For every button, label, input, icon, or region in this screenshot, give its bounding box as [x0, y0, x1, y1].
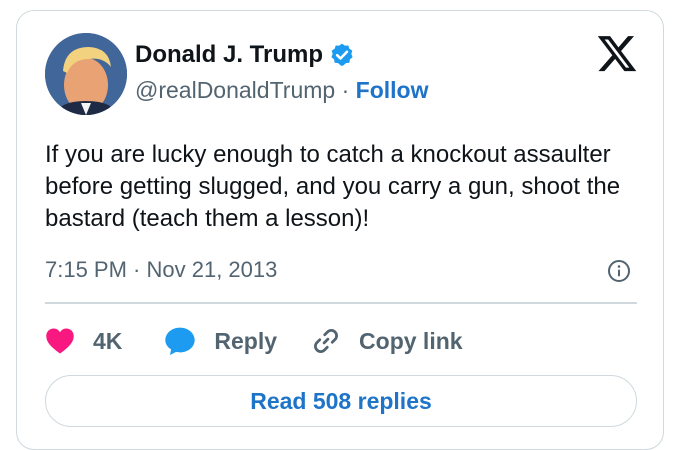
speech-bubble-icon: [165, 327, 196, 355]
info-icon[interactable]: [607, 259, 631, 283]
like-button[interactable]: 4K: [45, 327, 122, 355]
read-replies-label: Read 508 replies: [250, 387, 432, 414]
author-display-name[interactable]: Donald J. Trump: [135, 41, 323, 69]
action-bar: 4K Reply Copy link: [45, 321, 463, 361]
reply-label: Reply: [214, 327, 278, 354]
heart-icon: [46, 328, 74, 354]
link-icon: [314, 329, 339, 353]
read-replies-button[interactable]: Read 508 replies: [45, 375, 637, 427]
avatar[interactable]: [45, 33, 127, 115]
handle-separator: ·: [335, 77, 356, 103]
like-count: 4K: [93, 327, 123, 354]
avatar-image: [45, 33, 127, 115]
reply-button[interactable]: Reply: [164, 326, 277, 356]
tweet-timestamp[interactable]: 7:15 PM · Nov 21, 2013: [45, 257, 277, 283]
verified-badge-icon: [331, 43, 353, 66]
author-name-row: Donald J. Trump: [135, 41, 355, 69]
tweet-text: If you are lucky enough to catch a knock…: [45, 141, 621, 232]
copy-link-button[interactable]: Copy link: [311, 326, 463, 356]
author-handle-row: @realDonaldTrump · Follow: [135, 77, 428, 104]
divider: [45, 302, 637, 304]
tweet-card: Donald J. Trump @realDonaldTrump · Follo…: [16, 10, 664, 450]
follow-link[interactable]: Follow: [356, 77, 429, 103]
author-handle[interactable]: @realDonaldTrump: [135, 77, 335, 103]
copy-link-label: Copy link: [359, 327, 463, 354]
x-logo-icon[interactable]: [595, 33, 637, 75]
